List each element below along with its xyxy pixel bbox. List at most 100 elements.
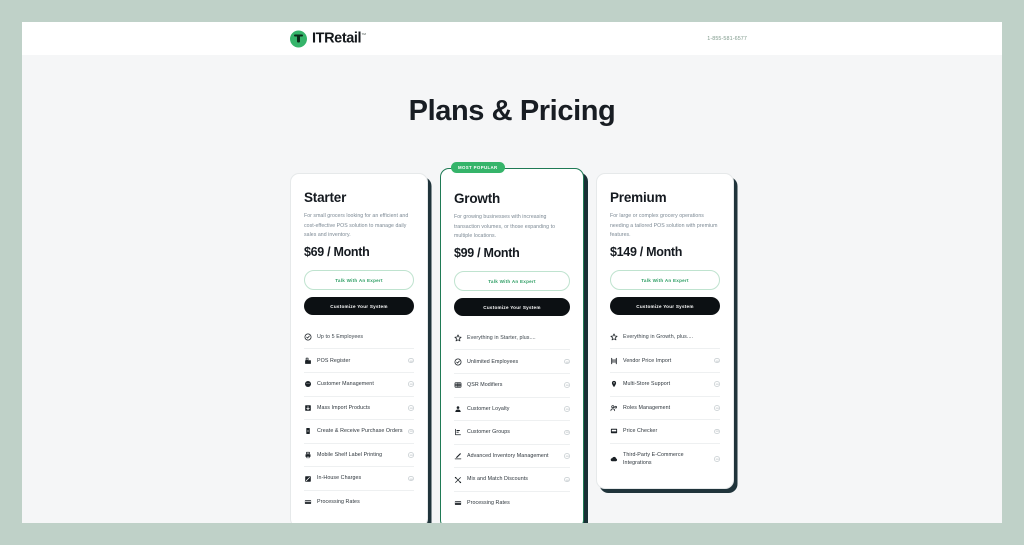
feature-info-icon[interactable]	[564, 382, 570, 389]
feature-item: Up to 5 Employees	[304, 331, 414, 350]
card-icon	[454, 499, 462, 507]
feature-info-icon[interactable]	[714, 456, 720, 462]
feature-label: QSR Modifiers	[467, 382, 503, 389]
feature-label: Unlimited Employees	[467, 358, 519, 365]
feature-label: Everything in Starter, plus....	[467, 335, 536, 341]
feature-label: Advanced Inventory Management	[467, 452, 549, 459]
feature-item: Customer Groups	[454, 421, 570, 445]
card-icon	[304, 498, 312, 506]
feature-info-icon[interactable]	[714, 428, 720, 435]
plan-name: Premium	[610, 190, 667, 205]
feature-info-icon[interactable]	[408, 405, 414, 411]
printer-icon	[304, 451, 312, 459]
feature-info-icon[interactable]	[408, 381, 414, 388]
check-circle-icon	[304, 333, 312, 341]
roles-icon	[610, 404, 618, 412]
feature-info-icon[interactable]	[408, 475, 414, 482]
feature-label: Customer Groups	[467, 429, 511, 436]
main-content: Plans & Pricing Starter For small grocers…	[22, 55, 1002, 523]
talk-with-expert-button[interactable]: Talk With An Expert	[304, 270, 414, 290]
customize-your-system-button[interactable]: Customize Your System	[454, 298, 570, 316]
plan-card-starter: Starter For small grocers looking for an …	[290, 173, 428, 523]
feature-info-icon[interactable]	[714, 357, 720, 364]
feature-label: Everything in Growth, plus....	[623, 334, 694, 340]
feature-item: POS Register	[304, 349, 414, 373]
feature-item: Price Checker	[610, 420, 720, 444]
charges-icon	[304, 475, 312, 483]
grid-icon	[454, 381, 462, 389]
most-popular-badge: MOST POPULAR	[451, 162, 505, 174]
feature-info-icon[interactable]	[714, 405, 720, 411]
feature-label: Customer Management	[317, 381, 374, 388]
feature-label: Price Checker	[623, 428, 658, 435]
feature-item: Mass Import Products	[304, 397, 414, 421]
plans-row: Starter For small grocers looking for an …	[22, 162, 1002, 523]
feature-item: Processing Rates	[304, 491, 414, 514]
feature-item: Customer Loyalty	[454, 398, 570, 422]
customize-your-system-button[interactable]: Customize Your System	[304, 297, 414, 315]
feature-info-icon[interactable]	[408, 428, 414, 435]
star-icon	[610, 333, 618, 341]
feature-item: Everything in Growth, plus....	[610, 331, 720, 350]
purchase-order-icon	[304, 427, 312, 435]
plan-description: For small grocers looking for an efficie…	[304, 213, 409, 239]
talk-with-expert-button[interactable]: Talk With An Expert	[610, 270, 720, 290]
plan-price: $149 / Month	[610, 245, 683, 259]
feature-item: Roles Management	[610, 397, 720, 421]
check-circle-icon	[454, 358, 462, 366]
talk-with-expert-button[interactable]: Talk With An Expert	[454, 271, 570, 291]
itretail-circle-logo-icon	[290, 30, 307, 47]
brand-it: IT	[312, 30, 325, 47]
feature-label: Mobile Shelf Label Printing	[317, 451, 383, 458]
brand-logo[interactable]: ITRetail™	[290, 30, 366, 47]
plan-description: For large or complex grocery operations …	[610, 213, 718, 239]
customer-icon	[304, 380, 312, 388]
store-pin-icon	[610, 380, 618, 388]
feature-item: Advanced Inventory Management	[454, 445, 570, 469]
price-checker-icon	[610, 427, 618, 435]
vendor-icon	[610, 357, 618, 365]
page-viewport: ITRetail™ 1-855-581-6577 Plans & Pricing…	[22, 22, 1002, 523]
feature-label: Third-Party E-Commerce Integrations	[623, 451, 684, 467]
cloud-icon	[610, 455, 618, 463]
feature-label: Vendor Price Import	[623, 357, 672, 364]
feature-info-icon[interactable]	[564, 358, 570, 365]
site-header: ITRetail™ 1-855-581-6577	[22, 22, 1002, 55]
feature-info-icon[interactable]	[564, 429, 570, 436]
plan-name: Starter	[304, 190, 347, 205]
feature-info-icon[interactable]	[564, 453, 570, 459]
feature-item: Third-Party E-Commerce Integrations	[610, 444, 720, 475]
plan-price: $69 / Month	[304, 245, 370, 259]
feature-info-icon[interactable]	[564, 406, 570, 412]
feature-item: Mix and Match Discounts	[454, 468, 570, 492]
register-icon	[304, 357, 312, 365]
feature-item: Multi-Store Support	[610, 373, 720, 397]
feature-list: Everything in Starter, plus.... Unlimited…	[454, 332, 570, 514]
scissors-icon	[454, 476, 462, 484]
feature-label: Processing Rates	[317, 499, 360, 506]
feature-info-icon[interactable]	[408, 357, 414, 364]
feature-info-icon[interactable]	[564, 476, 570, 483]
feature-item: Processing Rates	[454, 492, 570, 515]
feature-item: Everything in Starter, plus....	[454, 332, 570, 351]
plan-card-premium: Premium For large or complex grocery oper…	[596, 173, 734, 490]
star-icon	[454, 334, 462, 342]
trademark-symbol: ™	[361, 32, 366, 39]
feature-item: Mobile Shelf Label Printing	[304, 444, 414, 468]
brand-retail: Retail	[324, 30, 362, 47]
feature-label: Mix and Match Discounts	[467, 476, 529, 483]
loyalty-icon	[454, 405, 462, 413]
feature-label: Processing Rates	[467, 500, 510, 507]
feature-label: POS Register	[317, 357, 351, 364]
feature-item: Vendor Price Import	[610, 349, 720, 373]
header-phone-link[interactable]: 1-855-581-6577	[707, 36, 747, 42]
feature-info-icon[interactable]	[408, 452, 414, 458]
feature-label: Up to 5 Employees	[317, 334, 364, 340]
plan-card-growth: MOST POPULAR Growth For growing businesses…	[440, 162, 584, 523]
feature-info-icon[interactable]	[714, 381, 720, 388]
feature-label: Customer Loyalty	[467, 405, 510, 412]
feature-item: QSR Modifiers	[454, 374, 570, 398]
feature-item: Unlimited Employees	[454, 350, 570, 374]
customize-your-system-button[interactable]: Customize Your System	[610, 297, 720, 315]
page-title: Plans & Pricing	[408, 95, 616, 127]
